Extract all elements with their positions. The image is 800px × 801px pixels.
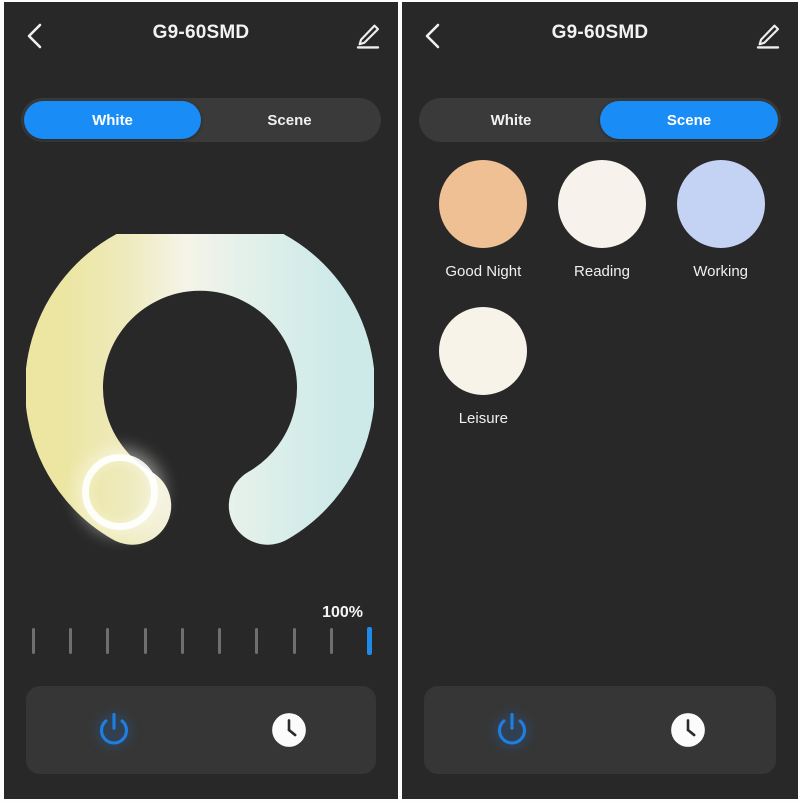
scene-item-good-night[interactable]: Good Night [424,160,543,280]
pencil-edit-icon [356,24,380,49]
scene-item-reading[interactable]: Reading [543,160,662,280]
edit-button[interactable] [754,22,782,50]
tab-white[interactable]: White [422,101,600,139]
bottom-action-bar-scene [424,686,776,774]
power-button[interactable] [424,686,600,774]
page-title: G9-60SMD [551,22,649,43]
slider-tick[interactable] [106,628,110,654]
tab-scene[interactable]: Scene [600,101,778,139]
bottom-action-bar-white [26,686,376,774]
scene-color-swatch[interactable] [557,160,646,248]
timer-clock-icon [271,713,306,747]
scene-grid: Good Night Reading Working Leisure [424,160,780,454]
scene-item-leisure[interactable]: Leisure [424,307,543,427]
timer-button[interactable] [600,686,776,774]
tab-scene[interactable]: Scene [201,101,378,139]
timer-button[interactable] [201,686,376,774]
power-icon [498,713,526,745]
phone-screen-white-mode: G9-60SMD White Scene 100% [4,2,398,799]
app-header-white: G9-60SMD [4,2,398,70]
scene-label: Reading [574,263,630,280]
scene-color-swatch[interactable] [439,160,528,248]
brightness-value-label: 100% [322,604,363,621]
scene-label: Good Night [445,263,522,280]
timer-clock-icon [671,713,705,747]
slider-tick[interactable] [329,628,333,654]
slider-tick[interactable] [143,628,147,654]
pencil-edit-icon [756,24,780,49]
slider-tick[interactable] [180,628,184,654]
brightness-slider[interactable] [32,627,372,655]
scene-color-swatch[interactable] [439,307,528,395]
mode-segmented-control-white[interactable]: White Scene [21,98,381,142]
phone-screen-scene-mode: G9-60SMD White Scene Good Night Reading [402,2,798,799]
slider-tick[interactable] [32,628,35,654]
power-icon [99,713,128,745]
scene-label: Leisure [458,410,508,427]
slider-tick-active[interactable] [366,627,372,655]
power-button[interactable] [26,686,201,774]
scene-color-swatch[interactable] [676,160,765,248]
app-header-scene: G9-60SMD [402,2,798,70]
color-wheel-handle[interactable] [82,454,158,530]
slider-tick[interactable] [292,628,296,654]
tab-white[interactable]: White [24,101,201,139]
mode-segmented-control-scene[interactable]: White Scene [419,98,781,142]
page-title: G9-60SMD [152,22,250,43]
color-wheel-arc [26,234,374,545]
edit-button[interactable] [354,22,382,50]
slider-tick[interactable] [255,628,259,654]
slider-tick[interactable] [69,628,73,654]
screenshot-root: G9-60SMD White Scene 100% G9-60SMD White… [0,0,800,801]
scene-item-working[interactable]: Working [661,160,780,280]
slider-tick[interactable] [218,628,222,654]
color-temperature-wheel[interactable] [26,234,374,554]
scene-label: Working [693,263,749,280]
